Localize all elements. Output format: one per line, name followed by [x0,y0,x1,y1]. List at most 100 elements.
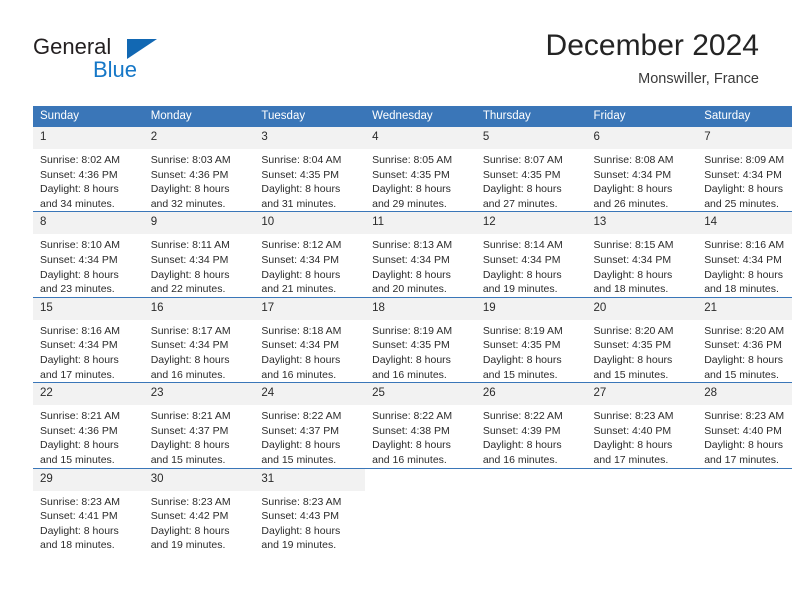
day-details: Sunrise: 8:23 AM Sunset: 4:40 PM Daylight:… [697,405,792,467]
calendar-day-cell[interactable]: 29 Sunrise: 8:23 AM Sunset: 4:41 PM Dayligh… [33,467,144,553]
day-daylight-text: and 27 minutes. [482,197,558,210]
day-sunset-text: Sunset: 4:34 PM [593,168,672,181]
calendar-day-cell[interactable]: 23 Sunrise: 8:21 AM Sunset: 4:37 PM Dayligh… [143,382,255,468]
day-sunrise-text: Sunrise: 8:17 AM [150,324,231,337]
calendar-day-cell[interactable]: 13 Sunrise: 8:15 AM Sunset: 4:34 PM Dayligh… [586,211,698,298]
day-number: 8 [33,212,144,235]
logo-word-blue: Blue [93,57,138,82]
day-number: 20 [586,297,698,320]
day-details: Sunrise: 8:21 AM Sunset: 4:37 PM Daylight:… [144,405,255,467]
calendar-week-row: 15 Sunrise: 8:16 AM Sunset: 4:34 PM Dayligh… [33,296,792,383]
day-sunrise-text: Sunrise: 8:22 AM [261,410,342,423]
day-number: 3 [254,127,366,149]
calendar-day-cell[interactable]: 26 Sunrise: 8:22 AM Sunset: 4:39 PM Dayligh… [475,382,587,468]
day-sunrise-text: Sunrise: 8:20 AM [593,324,674,337]
day-number: 30 [143,468,255,491]
day-daylight-text: and 32 minutes. [150,197,226,210]
day-daylight-text: Daylight: 8 hours [482,268,562,281]
day-daylight-text: Daylight: 8 hours [482,183,562,196]
calendar-day-cell[interactable]: 27 Sunrise: 8:23 AM Sunset: 4:40 PM Dayligh… [586,382,698,468]
day-details: Sunrise: 8:04 AM Sunset: 4:35 PM Daylight:… [254,149,365,211]
day-number: 5 [475,127,587,149]
day-sunset-text: Sunset: 4:42 PM [150,510,229,523]
calendar-day-cell[interactable]: 20 Sunrise: 8:20 AM Sunset: 4:35 PM Dayligh… [586,296,698,383]
day-details: Sunrise: 8:09 AM Sunset: 4:34 PM Daylight:… [697,149,792,211]
day-daylight-text: Daylight: 8 hours [372,353,451,366]
calendar-day-cell[interactable]: 24 Sunrise: 8:22 AM Sunset: 4:37 PM Dayligh… [254,382,366,468]
day-daylight-text: and 16 minutes. [150,368,226,381]
calendar-day-cell[interactable]: 31 Sunrise: 8:23 AM Sunset: 4:43 PM Dayligh… [254,467,366,553]
day-sunrise-text: Sunrise: 8:15 AM [593,239,674,252]
calendar-day-cell[interactable]: 2 Sunrise: 8:03 AM Sunset: 4:36 PM Daylight… [143,127,255,212]
calendar-day-cell[interactable]: 12 Sunrise: 8:14 AM Sunset: 4:34 PM Dayligh… [475,211,587,298]
weekday-header-saturday: Saturday [697,106,792,127]
day-daylight-text: Daylight: 8 hours [704,268,784,281]
calendar-day-cell[interactable]: 5 Sunrise: 8:07 AM Sunset: 4:35 PM Daylight… [475,127,587,212]
calendar-day-cell[interactable]: 7 Sunrise: 8:09 AM Sunset: 4:34 PM Daylight… [697,127,792,212]
calendar-day-cell[interactable]: 15 Sunrise: 8:16 AM Sunset: 4:34 PM Dayligh… [33,296,144,383]
day-daylight-text: and 16 minutes. [261,368,337,381]
calendar-day-cell[interactable]: 19 Sunrise: 8:19 AM Sunset: 4:35 PM Dayligh… [475,296,587,383]
day-details: Sunrise: 8:02 AM Sunset: 4:36 PM Daylight:… [33,149,144,211]
triangle-icon [127,39,157,59]
day-daylight-text: and 15 minutes. [261,453,337,466]
calendar-day-cell[interactable]: 8 Sunrise: 8:10 AM Sunset: 4:34 PM Daylight… [33,211,144,298]
calendar-day-cell[interactable]: 11 Sunrise: 8:13 AM Sunset: 4:34 PM Dayligh… [365,211,476,298]
day-sunset-text: Sunset: 4:36 PM [704,339,782,352]
day-details: Sunrise: 8:22 AM Sunset: 4:37 PM Daylight:… [254,405,365,467]
day-daylight-text: and 18 minutes. [704,283,779,296]
calendar-day-cell[interactable]: 1 Sunrise: 8:02 AM Sunset: 4:36 PM Daylight… [33,127,144,212]
calendar-day-cell[interactable]: 3 Sunrise: 8:04 AM Sunset: 4:35 PM Daylight… [254,127,366,212]
day-sunset-text: Sunset: 4:34 PM [150,339,229,352]
day-number: 14 [697,212,792,235]
calendar-cell-empty [475,467,587,553]
calendar-day-cell[interactable]: 17 Sunrise: 8:18 AM Sunset: 4:34 PM Dayligh… [254,296,366,383]
day-number [365,468,476,478]
day-daylight-text: Daylight: 8 hours [261,524,341,537]
calendar-day-cell[interactable]: 21 Sunrise: 8:20 AM Sunset: 4:36 PM Dayligh… [697,296,792,383]
day-daylight-text: Daylight: 8 hours [482,353,562,366]
day-sunset-text: Sunset: 4:36 PM [40,168,118,181]
day-number: 16 [143,297,255,320]
calendar-day-cell[interactable]: 9 Sunrise: 8:11 AM Sunset: 4:34 PM Daylight… [143,211,255,298]
day-sunset-text: Sunset: 4:36 PM [150,168,229,181]
calendar-day-cell[interactable]: 30 Sunrise: 8:23 AM Sunset: 4:42 PM Dayligh… [143,467,255,553]
day-details: Sunrise: 8:11 AM Sunset: 4:34 PM Daylight:… [144,234,255,296]
day-daylight-text: Daylight: 8 hours [372,183,451,196]
day-sunset-text: Sunset: 4:34 PM [40,253,118,266]
general-blue-logo[interactable]: General Blue [33,34,173,90]
day-sunrise-text: Sunrise: 8:23 AM [593,410,674,423]
day-sunset-text: Sunset: 4:35 PM [482,168,561,181]
day-details: Sunrise: 8:13 AM Sunset: 4:34 PM Daylight:… [365,234,476,296]
logo-text-general: General [33,34,173,60]
day-daylight-text: Daylight: 8 hours [261,439,341,452]
day-sunrise-text: Sunrise: 8:07 AM [482,154,563,166]
calendar-day-cell[interactable]: 22 Sunrise: 8:21 AM Sunset: 4:36 PM Dayligh… [33,382,144,468]
page-title: December 2024 [545,29,759,62]
calendar-day-cell[interactable]: 6 Sunrise: 8:08 AM Sunset: 4:34 PM Daylight… [586,127,698,212]
day-number: 26 [475,383,587,406]
day-number: 22 [33,383,144,406]
day-details: Sunrise: 8:17 AM Sunset: 4:34 PM Daylight:… [144,320,255,382]
day-sunset-text: Sunset: 4:34 PM [261,253,340,266]
day-sunrise-text: Sunrise: 8:19 AM [372,324,453,337]
calendar-day-cell[interactable]: 10 Sunrise: 8:12 AM Sunset: 4:34 PM Dayligh… [254,211,366,298]
day-daylight-text: Daylight: 8 hours [40,524,119,537]
page-header: General Blue December 2024 Monswiller, F… [33,28,759,96]
day-sunset-text: Sunset: 4:34 PM [150,253,229,266]
calendar-day-cell[interactable]: 25 Sunrise: 8:22 AM Sunset: 4:38 PM Dayligh… [365,382,476,468]
day-number: 25 [365,383,476,406]
day-number [697,468,792,478]
day-sunset-text: Sunset: 4:39 PM [482,424,561,437]
day-sunset-text: Sunset: 4:34 PM [593,253,672,266]
calendar-day-cell[interactable]: 18 Sunrise: 8:19 AM Sunset: 4:35 PM Dayligh… [365,296,476,383]
weekday-header-friday: Friday [586,106,698,127]
day-details: Sunrise: 8:20 AM Sunset: 4:36 PM Daylight:… [697,320,792,382]
calendar-day-cell[interactable]: 16 Sunrise: 8:17 AM Sunset: 4:34 PM Dayligh… [143,296,255,383]
calendar-day-cell[interactable]: 28 Sunrise: 8:23 AM Sunset: 4:40 PM Dayligh… [697,382,792,468]
calendar-day-cell[interactable]: 4 Sunrise: 8:05 AM Sunset: 4:35 PM Daylight… [365,127,476,212]
day-daylight-text: Daylight: 8 hours [150,268,230,281]
day-sunset-text: Sunset: 4:35 PM [593,339,672,352]
day-number: 27 [586,383,698,406]
calendar-day-cell[interactable]: 14 Sunrise: 8:16 AM Sunset: 4:34 PM Dayligh… [697,211,792,298]
